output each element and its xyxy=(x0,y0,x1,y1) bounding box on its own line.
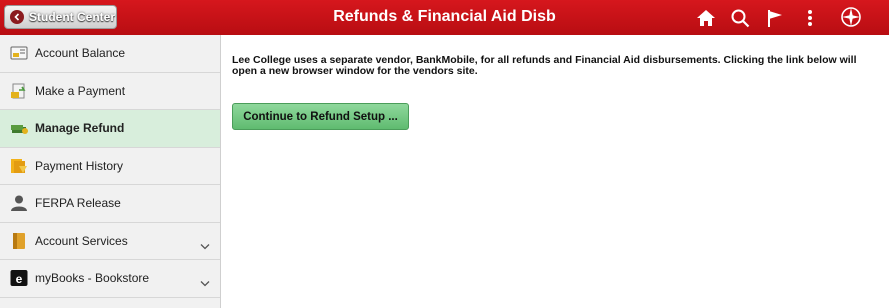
page-title: Refunds & Financial Aid Disb xyxy=(333,8,556,25)
home-icon[interactable] xyxy=(696,8,716,28)
sidebar-item-make-a-payment[interactable]: Make a Payment xyxy=(0,73,220,110)
chevron-down-icon[interactable] xyxy=(200,237,210,255)
sidebar-item-account-services[interactable]: Account Services xyxy=(0,223,220,260)
flag-icon[interactable] xyxy=(765,8,785,28)
more-icon[interactable] xyxy=(806,8,814,28)
sidebar-item-label: Account Balance xyxy=(35,46,126,61)
chevron-left-icon xyxy=(10,10,24,24)
sidebar: Account Balance Make a Payment Manage Re… xyxy=(0,35,221,308)
sidebar-item-ferpa-release[interactable]: FERPA Release xyxy=(0,185,220,223)
bookstore-icon: e xyxy=(10,269,28,287)
sidebar-item-mybooks-bookstore[interactable]: e myBooks - Bookstore xyxy=(0,260,220,298)
sidebar-item-account-balance[interactable]: Account Balance xyxy=(0,35,220,73)
svg-text:e: e xyxy=(16,272,23,286)
person-icon xyxy=(10,194,28,212)
continue-to-refund-setup-button[interactable]: Continue to Refund Setup ... xyxy=(232,103,409,130)
page-header: Student Center Refunds & Financial Aid D… xyxy=(0,0,889,35)
sidebar-item-payment-history[interactable]: Payment History xyxy=(0,148,220,185)
navbar-compass-icon[interactable] xyxy=(840,6,862,28)
refund-icon xyxy=(10,119,28,137)
folder-icon xyxy=(10,232,28,250)
student-center-back-button[interactable]: Student Center xyxy=(4,5,117,29)
search-icon[interactable] xyxy=(730,8,750,28)
sidebar-item-manage-refund[interactable]: Manage Refund xyxy=(0,110,220,148)
sidebar-item-label: Make a Payment xyxy=(35,83,126,98)
payment-icon xyxy=(10,82,28,100)
sidebar-item-label: Manage Refund xyxy=(35,121,125,136)
back-button-label: Student Center xyxy=(29,10,116,24)
sidebar-item-label: Account Services xyxy=(35,233,128,248)
chevron-down-icon[interactable] xyxy=(200,274,210,292)
account-balance-icon xyxy=(10,44,28,62)
sidebar-item-label: Payment History xyxy=(35,158,124,173)
main-content: Lee College uses a separate vendor, Bank… xyxy=(232,54,882,130)
sidebar-item-label: myBooks - Bookstore xyxy=(35,271,150,286)
payment-history-icon xyxy=(10,157,28,175)
intro-text: Lee College uses a separate vendor, Bank… xyxy=(232,54,857,77)
sidebar-item-label: FERPA Release xyxy=(35,196,121,211)
